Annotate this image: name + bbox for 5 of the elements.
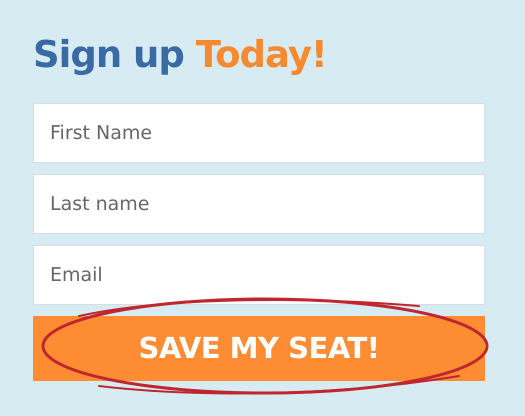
text-field[interactable]: Email — [33, 245, 485, 305]
text-field[interactable]: Last name — [33, 174, 485, 234]
save-seat-button[interactable]: SAVE MY SEAT! — [33, 316, 485, 381]
form-title: Sign up Today! — [33, 32, 328, 78]
text-field[interactable]: First Name — [33, 103, 485, 163]
